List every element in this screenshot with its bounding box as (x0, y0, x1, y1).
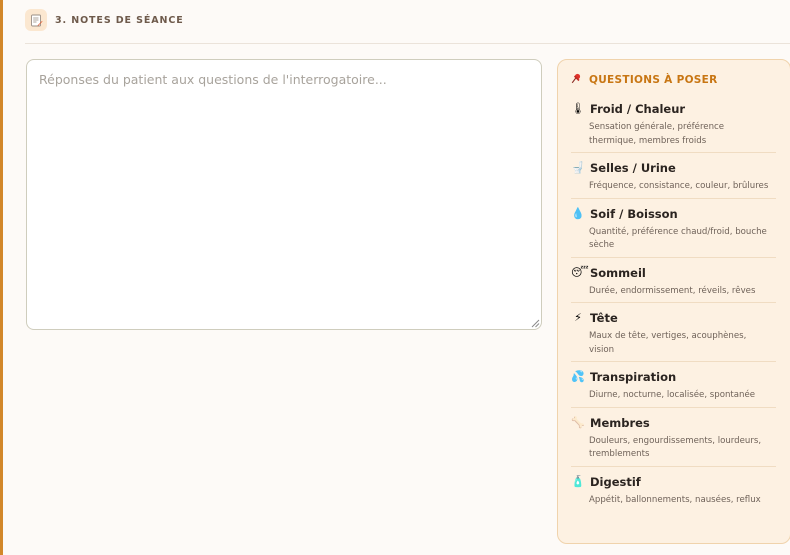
question-item-3[interactable]: 💧 Soif / Boisson Quantité, préférence chau… (571, 207, 776, 258)
sweat-droplets-icon: 💦 (571, 370, 585, 383)
question-description: Douleurs, engourdissements, lourdeurs, t… (589, 435, 762, 460)
question-row: 💧 Soif / Boisson (571, 207, 776, 221)
session-notes-textarea[interactable] (26, 59, 542, 330)
question-label: Tête (590, 311, 618, 325)
question-label: Digestif (590, 474, 641, 489)
question-label: Selles / Urine (590, 161, 676, 175)
question-description: Sensation générale, préférence thermique… (589, 122, 725, 146)
question-description: Maux de tête, vertiges, acouphènes, visi… (589, 331, 747, 355)
question-item-7[interactable]: 🦴 Membres Douleurs, engourdissements, lour… (571, 416, 776, 467)
pushpin-icon (571, 73, 583, 87)
question-description: Quantité, préférence chaud/froid, bouche… (589, 226, 767, 251)
question-row: 😴 Sommeil (571, 266, 776, 280)
question-row: 🦴 Membres (571, 416, 776, 430)
question-description: Durée, endormissement, réveils, rêves (589, 285, 756, 296)
head-icon: ⚡ (574, 311, 582, 324)
question-row: 🧴 Digestif (571, 475, 776, 489)
thermometer-icon: 🌡 (571, 102, 585, 115)
droplet-icon: 💧 (571, 206, 585, 220)
toilet-icon: 🚽 (571, 161, 585, 174)
question-description: Appétit, ballonnements, nausées, reflux (589, 494, 761, 505)
sleeping-face-icon: 😴 (571, 265, 589, 279)
question-item-2[interactable]: 🚽 Selles / Urine Fréquence, consistance, c… (571, 161, 776, 199)
bottle-icon: 🧴 (571, 474, 585, 488)
question-label: Sommeil (590, 265, 646, 280)
question-row: 🚽 Selles / Urine (571, 161, 776, 175)
question-label: Membres (590, 415, 650, 430)
questions-title: QUESTIONS À POSER (589, 74, 718, 86)
divider (25, 43, 790, 44)
question-item-6[interactable]: 💦 Transpiration Diurne, nocturne, localisé… (571, 370, 776, 408)
section-title: 3. NOTES DE SÉANCE (55, 14, 184, 26)
question-item-1[interactable]: 🌡 Froid / Chaleur Sensation générale, préf… (571, 102, 776, 153)
question-label: Soif / Boisson (590, 206, 678, 221)
question-description: Diurne, nocturne, localisée, spontanée (589, 390, 756, 400)
question-row: 🌡 Froid / Chaleur (571, 102, 776, 116)
question-item-8[interactable]: 🧴 Digestif Appétit, ballonnements, nausées… (571, 475, 776, 512)
memo-icon (25, 9, 47, 31)
question-item-4[interactable]: 😴 Sommeil Durée, endormissement, réveils, … (571, 266, 776, 303)
questions-header: QUESTIONS À POSER (571, 72, 776, 88)
questions-to-ask-card: QUESTIONS À POSER 🌡 Froid / Chaleur Sensat… (557, 59, 790, 544)
question-row: 💦 Transpiration (571, 370, 776, 384)
question-label: Transpiration (590, 370, 677, 384)
question-item-5[interactable]: ⚡ Tête Maux de tête, vertiges, acouphènes,… (571, 311, 776, 362)
questions-list: 🌡 Froid / Chaleur Sensation générale, préf… (571, 102, 776, 511)
question-label: Froid / Chaleur (590, 102, 686, 116)
question-description: Fréquence, consistance, couleur, brûlure… (589, 181, 769, 191)
question-row: ⚡ Tête (571, 311, 776, 325)
section-header: 3. NOTES DE SÉANCE (25, 9, 184, 31)
bone-icon: 🦴 (571, 415, 585, 429)
session-notes-panel: 3. NOTES DE SÉANCE QUESTIONS À POSER 🌡 Fr… (0, 0, 790, 555)
